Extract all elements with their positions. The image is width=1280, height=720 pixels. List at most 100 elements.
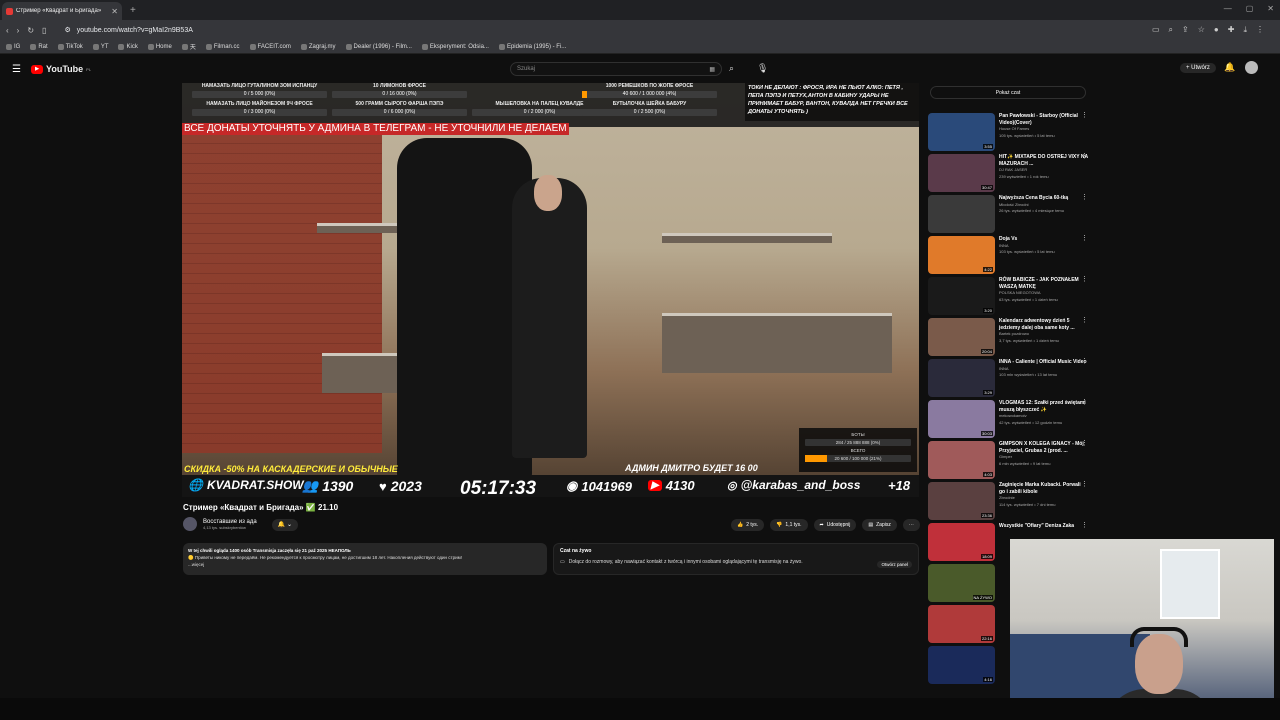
video-thumbnail[interactable]: 22:16 <box>928 605 995 643</box>
minimize-icon[interactable]: — <box>1224 4 1232 13</box>
description-box[interactable]: W tej chwili ogląda 1400 osób Transmisja… <box>183 543 547 575</box>
menu-icon[interactable]: ⋮ <box>1256 25 1264 35</box>
notifications-bell-icon[interactable]: 🔔 <box>1224 62 1235 73</box>
more-options-icon[interactable]: ⋮ <box>1081 358 1088 366</box>
star-icon[interactable]: ☆ <box>1198 25 1205 35</box>
video-thumbnail[interactable] <box>928 195 995 233</box>
bookmark-item[interactable]: TikTok <box>57 43 83 50</box>
back-icon[interactable]: ‹ <box>6 26 9 35</box>
video-thumbnail[interactable]: 4:03 <box>928 441 995 479</box>
cast-icon[interactable]: ▭ <box>1152 25 1160 35</box>
video-thumbnail[interactable]: 4:22 <box>928 236 995 274</box>
bookmark-item[interactable]: Epidemia (1995) - Fi... <box>498 43 566 50</box>
recommended-video[interactable]: 23:36 Zaginięcie Marka Kubacki. Porwali g… <box>928 481 1088 520</box>
recommended-video[interactable]: 3:55 Pan Pawłowski - Starboy (Official Vi… <box>928 112 1088 151</box>
search-icon[interactable]: ⌕ <box>729 63 734 74</box>
more-options-icon[interactable]: ⋮ <box>1081 112 1088 120</box>
url-field[interactable]: ⚙ youtube.com/watch?v=gMaI2n9B53A <box>64 22 1144 38</box>
open-panel-button[interactable]: Otwórz panel <box>877 561 912 568</box>
close-tab-icon[interactable]: ✕ <box>111 7 118 16</box>
create-button[interactable]: + Utwórz <box>1180 63 1216 73</box>
channel-avatar[interactable] <box>183 517 197 531</box>
video-title[interactable]: GIMPSON X KOLEGA IGNACY - Mój Przyjaciel… <box>999 441 1088 454</box>
video-title[interactable]: HIT✨ MIXTAPE DO OSTREJ VIXY NA MAZURACH … <box>999 154 1088 167</box>
video-thumbnail[interactable]: 30:03 <box>928 400 995 438</box>
bookmarks-icon[interactable]: ▯ <box>42 26 46 35</box>
video-thumbnail[interactable]: NA ŻYWO <box>928 564 995 602</box>
bookmark-item[interactable]: Kick <box>118 43 138 50</box>
recommended-video[interactable]: 20:04 Kalendarz adwentowy dzień 5 jedziem… <box>928 317 1088 356</box>
more-link[interactable]: ...więcej <box>188 561 542 568</box>
video-thumbnail[interactable]: 3:55 <box>928 113 995 151</box>
new-tab-icon[interactable]: + <box>130 5 136 16</box>
video-thumbnail[interactable]: 4:16 <box>928 646 995 684</box>
share-icon[interactable]: ⇪ <box>1182 25 1189 35</box>
description-stats: W tej chwili ogląda 1400 osób Transmisja… <box>188 548 351 553</box>
video-title[interactable]: Pan Pawłowski - Starboy (Official Video)… <box>999 113 1088 126</box>
more-options-icon[interactable]: ⋮ <box>1081 440 1088 448</box>
more-options-icon[interactable]: ⋮ <box>1081 317 1088 325</box>
search-input[interactable]: Szukaj ▦ <box>510 62 722 76</box>
bookmark-item[interactable]: IG <box>6 43 20 50</box>
share-button[interactable]: ➦ Udostępnij <box>813 519 857 531</box>
video-title[interactable]: Wszystkie "Ofiary" Deniza Zaka <box>999 523 1088 530</box>
bookmark-item[interactable]: FACEIT.com <box>249 43 291 50</box>
more-options-icon[interactable]: ⋮ <box>1081 276 1088 284</box>
extension-icon[interactable]: ● <box>1214 25 1219 35</box>
video-thumbnail[interactable]: 30:47 <box>928 154 995 192</box>
recommended-video[interactable]: 4:03 GIMPSON X KOLEGA IGNACY - Mój Przyja… <box>928 440 1088 479</box>
more-actions-button[interactable]: ⋯ <box>902 519 920 531</box>
recommended-video[interactable]: 4:22 Doja Vs INNA 103 tys. wyświetleń • 5 l… <box>928 235 1088 274</box>
bookmark-item[interactable]: YT <box>92 43 108 50</box>
more-options-icon[interactable]: ⋮ <box>1081 399 1088 407</box>
recommended-video[interactable]: 30:47 HIT✨ MIXTAPE DO OSTREJ VIXY NA MAZU… <box>928 153 1088 192</box>
more-options-icon[interactable]: ⋮ <box>1081 235 1088 243</box>
more-options-icon[interactable]: ⋮ <box>1081 153 1088 161</box>
bookmark-item[interactable]: Eksperyment: Odsia... <box>421 43 489 50</box>
bookmark-item[interactable]: 天 <box>181 42 196 51</box>
close-window-icon[interactable]: ✕ <box>1267 4 1274 13</box>
hamburger-menu-icon[interactable]: ☰ <box>12 64 21 75</box>
microphone-icon[interactable]: 🎙 <box>757 63 768 74</box>
video-player[interactable]: НАМАЗАТЬ ЛИЦО ГУТАЛИНОМ ЗОМ ИСПАНЦУ 0 / 5… <box>182 83 919 497</box>
subscription-bell-button[interactable]: 🔔 ⌄ <box>272 519 298 531</box>
video-thumbnail[interactable]: 3:29 <box>928 359 995 397</box>
download-icon[interactable]: ⤓ <box>1243 25 1247 35</box>
video-thumbnail[interactable]: 18:09 <box>928 523 995 561</box>
recommended-video[interactable]: 3:20 RÓW BABICZE - JAK POZNAŁEM WASZĄ MAT… <box>928 276 1088 315</box>
show-chat-button[interactable]: Pokaż czat <box>930 86 1086 99</box>
like-button[interactable]: 👍 2 tys. <box>731 519 765 531</box>
youtube-logo[interactable]: ▶ YouTube PL <box>31 64 91 74</box>
bookmark-item[interactable]: Filman.cc <box>205 43 240 50</box>
keyboard-icon[interactable]: ▦ <box>709 66 715 73</box>
recommended-video[interactable]: Najwyższa Cena Bycia 60-tką Młodość Zbrod… <box>928 194 1088 233</box>
more-options-icon[interactable]: ⋮ <box>1081 194 1088 202</box>
channel-name[interactable]: Восставшие из ада <box>203 519 257 525</box>
bookmark-item[interactable]: Home <box>147 43 172 50</box>
video-thumbnail[interactable]: 3:20 <box>928 277 995 315</box>
video-title[interactable]: Zaginięcie Marka Kubacki. Porwali go i z… <box>999 482 1088 495</box>
site-info-icon[interactable]: ⚙ <box>64 26 70 34</box>
more-options-icon[interactable]: ⋮ <box>1081 522 1088 530</box>
reload-icon[interactable]: ↻ <box>27 26 34 35</box>
browser-tab[interactable]: Стример «Квадрат и Бригада» ✕ <box>2 2 122 20</box>
recommended-video[interactable]: 30:03 VLOGMAS 12: Szałki przed świętami m… <box>928 399 1088 438</box>
bookmark-item[interactable]: Zagraj.my <box>300 43 336 50</box>
video-title[interactable]: Kalendarz adwentowy dzień 5 jedziemy dal… <box>999 318 1088 331</box>
video-title[interactable]: VLOGMAS 12: Szałki przed świętami muszą … <box>999 400 1088 413</box>
account-avatar[interactable] <box>1245 61 1258 74</box>
video-thumbnail[interactable]: 20:04 <box>928 318 995 356</box>
save-button[interactable]: ▤ Zapisz <box>862 519 897 531</box>
more-options-icon[interactable]: ⋮ <box>1081 481 1088 489</box>
video-title[interactable]: INNA - Caliente | Official Music Video <box>999 359 1088 366</box>
bookmark-item[interactable]: Rat <box>30 43 48 50</box>
recommended-video[interactable]: 3:29 INNA - Caliente | Official Music Vid… <box>928 358 1088 397</box>
zoom-icon[interactable]: ⌕ <box>1169 25 1173 35</box>
puzzle-icon[interactable]: ✚ <box>1228 25 1235 35</box>
maximize-icon[interactable]: ▢ <box>1246 4 1254 13</box>
video-thumbnail[interactable]: 23:36 <box>928 482 995 520</box>
dislike-button[interactable]: 👎 1,1 tys. <box>770 519 808 531</box>
forward-icon[interactable]: › <box>17 26 20 35</box>
bookmark-item[interactable]: Dealer (1996) - Film... <box>345 43 412 50</box>
video-title[interactable]: RÓW BABICZE - JAK POZNAŁEM WASZĄ MATKĘ <box>999 277 1088 290</box>
